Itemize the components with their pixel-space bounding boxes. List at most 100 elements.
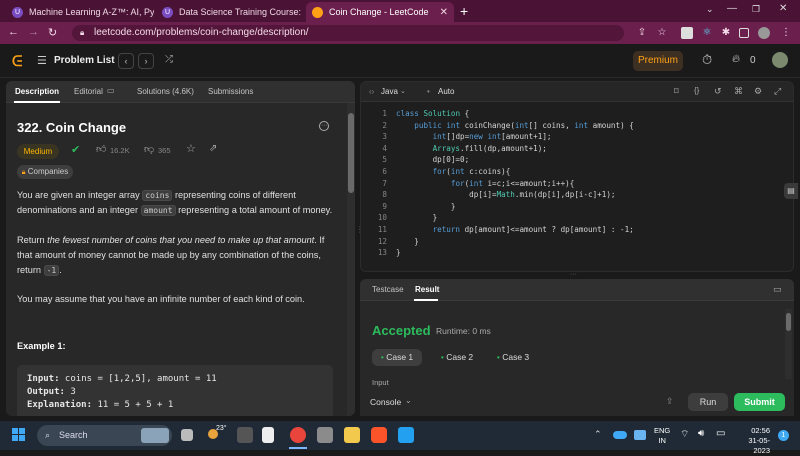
code-line[interactable]: dp[i]=Math.min(dp[i],dp[i-c]+1);	[396, 190, 615, 202]
file-explorer-icon[interactable]	[344, 427, 360, 443]
lock-icon: 🔒︎	[21, 169, 26, 176]
user-avatar[interactable]	[772, 52, 788, 68]
cloud-sync-icon[interactable]	[634, 430, 646, 440]
bookmark-star-icon[interactable]: ☆	[656, 27, 668, 39]
windows-start-icon[interactable]	[12, 428, 26, 442]
volume-icon[interactable]: 🔊︎	[698, 428, 704, 439]
minimize-icon[interactable]: —	[727, 3, 737, 14]
window-close-icon[interactable]: ✕	[779, 3, 787, 14]
description-scrollbar[interactable]	[347, 103, 355, 416]
case-1-button[interactable]: • Case 1	[372, 349, 422, 366]
timer-icon[interactable]: ⏱	[702, 52, 712, 68]
submit-button[interactable]: Submit	[734, 393, 785, 411]
tab-description[interactable]: Description	[15, 87, 59, 96]
clock[interactable]: 02:56 31-05-2023	[732, 426, 770, 456]
url-input[interactable]: 🔒︎ leetcode.com/problems/coin-change/des…	[72, 25, 624, 41]
code-line[interactable]: for(int i=c;i<=amount;i++){	[396, 179, 574, 191]
prev-problem-button[interactable]: ‹	[118, 53, 134, 69]
console-toggle[interactable]: Console	[370, 397, 401, 407]
premium-button[interactable]: Premium	[633, 51, 683, 71]
puzzle-icon[interactable]: ✱	[720, 27, 732, 39]
chevron-up-icon[interactable]: ⌃	[594, 429, 602, 440]
bookmark-icon[interactable]: ⌑	[674, 86, 679, 97]
run-button[interactable]: Run	[688, 393, 728, 411]
notification-badge[interactable]: 1	[778, 430, 789, 441]
solved-check-icon: ✔	[71, 144, 81, 156]
sidepanel-icon[interactable]	[739, 28, 749, 38]
code-line[interactable]: class Solution {	[396, 109, 469, 121]
tab-result[interactable]: Result	[415, 285, 439, 294]
react-devtools-icon[interactable]: ⚛	[701, 27, 713, 39]
wifi-icon[interactable]: ⌔	[680, 428, 689, 441]
code-line[interactable]: }	[396, 213, 438, 225]
language-indicator[interactable]: ENG IN	[654, 426, 670, 446]
chrome-icon[interactable]	[290, 427, 306, 443]
code-line[interactable]: return dp[amount]<=amount ? dp[amount] :…	[396, 225, 634, 237]
shortcut-icon[interactable]: ⌘	[734, 86, 743, 97]
file-icon[interactable]	[262, 427, 274, 443]
code-line[interactable]: int[]dp=new int[amount+1];	[396, 132, 552, 144]
forward-icon[interactable]: →	[28, 26, 39, 38]
companies-badge[interactable]: 🔒︎ Companies	[17, 165, 73, 179]
tab-title: Data Science Training Course: Da	[179, 7, 304, 17]
code-line[interactable]: public int coinChange(int[] coins, int a…	[396, 121, 633, 133]
share-icon[interactable]: ⇗	[209, 143, 217, 154]
extension-icon[interactable]	[681, 27, 693, 39]
thumbs-up-icon[interactable]: 👍︎	[96, 143, 106, 155]
case-3-button[interactable]: • Case 3	[488, 349, 538, 366]
code-area[interactable]: 1 class Solution {2 public int coinChange…	[361, 109, 793, 269]
code-brackets-icon: ‹›	[369, 87, 375, 96]
problem-description: 322. Coin Change ⋯ Medium ✔ 👍︎ 16.2K 👎︎ …	[6, 103, 344, 416]
leetcode-logo-icon[interactable]: ᕮ	[12, 53, 26, 69]
taskbar-search-input[interactable]: ⌕ Search	[37, 425, 172, 446]
kebab-menu-icon[interactable]: ⋮	[780, 27, 792, 39]
result-scrollbar[interactable]	[785, 309, 792, 379]
more-options-icon[interactable]: ⋯	[319, 121, 329, 131]
fullscreen-icon[interactable]: ⤢	[774, 86, 781, 97]
collapse-panel-icon[interactable]: ▭	[773, 284, 782, 295]
notes-icon[interactable]: ▤	[784, 183, 798, 199]
language-select[interactable]: Java	[381, 87, 398, 96]
browser-tab-leetcode[interactable]: Coin Change - LeetCode ✕	[306, 2, 454, 22]
browser-tab-ds[interactable]: U Data Science Training Course: Da ✕	[156, 2, 304, 22]
udemy-icon: U	[162, 6, 173, 18]
battery-icon[interactable]: ▭	[716, 428, 725, 439]
tab-testcase[interactable]: Testcase	[372, 285, 404, 294]
tab-solutions[interactable]: Solutions (4.6K)	[137, 87, 194, 96]
chat-icon[interactable]	[237, 427, 253, 443]
back-icon[interactable]: ←	[8, 26, 19, 38]
new-tab-icon[interactable]: +	[460, 3, 468, 19]
browser-tab-ml[interactable]: U Machine Learning A-Z™: AI, Pyth ✕	[6, 2, 154, 22]
camera-icon[interactable]	[317, 427, 333, 443]
reset-icon[interactable]: ↺	[714, 86, 722, 97]
horizontal-splitter-handle[interactable]: ···	[570, 271, 577, 278]
thumbs-down-icon[interactable]: 👎︎	[144, 143, 154, 155]
tab-editorial[interactable]: Editorial	[74, 87, 103, 96]
vscode-icon[interactable]	[398, 427, 414, 443]
code-line[interactable]: }	[396, 237, 419, 249]
upload-icon[interactable]: ⇪	[666, 396, 674, 407]
close-icon[interactable]: ✕	[434, 7, 448, 18]
brave-icon[interactable]	[371, 427, 387, 443]
problem-list-link[interactable]: Problem List	[54, 55, 115, 66]
code-line[interactable]: dp[0]=0;	[396, 155, 470, 167]
case-2-button[interactable]: • Case 2	[432, 349, 482, 366]
code-line[interactable]: }	[396, 202, 456, 214]
code-line[interactable]: Arrays.fill(dp,amount+1);	[396, 144, 547, 156]
reload-icon[interactable]: ↻	[48, 26, 57, 39]
difficulty-badge: Medium	[17, 144, 59, 159]
chevron-down-icon[interactable]: ⌄	[706, 4, 714, 15]
profile-avatar[interactable]	[758, 27, 770, 39]
share-icon[interactable]: ⇪	[636, 27, 648, 39]
code-line[interactable]: for(int c:coins){	[396, 167, 511, 179]
settings-gear-icon[interactable]: ⚙	[754, 86, 762, 97]
code-line[interactable]: }	[396, 248, 401, 260]
shuffle-icon[interactable]: ⤮	[165, 54, 173, 65]
star-icon[interactable]: ☆	[186, 142, 196, 155]
restore-icon[interactable]: ❐	[752, 4, 760, 15]
task-view-icon[interactable]	[181, 429, 193, 441]
onedrive-icon[interactable]	[613, 431, 627, 439]
braces-icon[interactable]: {}	[694, 86, 699, 95]
tab-submissions[interactable]: Submissions	[208, 87, 253, 96]
next-problem-button[interactable]: ›	[138, 53, 154, 69]
